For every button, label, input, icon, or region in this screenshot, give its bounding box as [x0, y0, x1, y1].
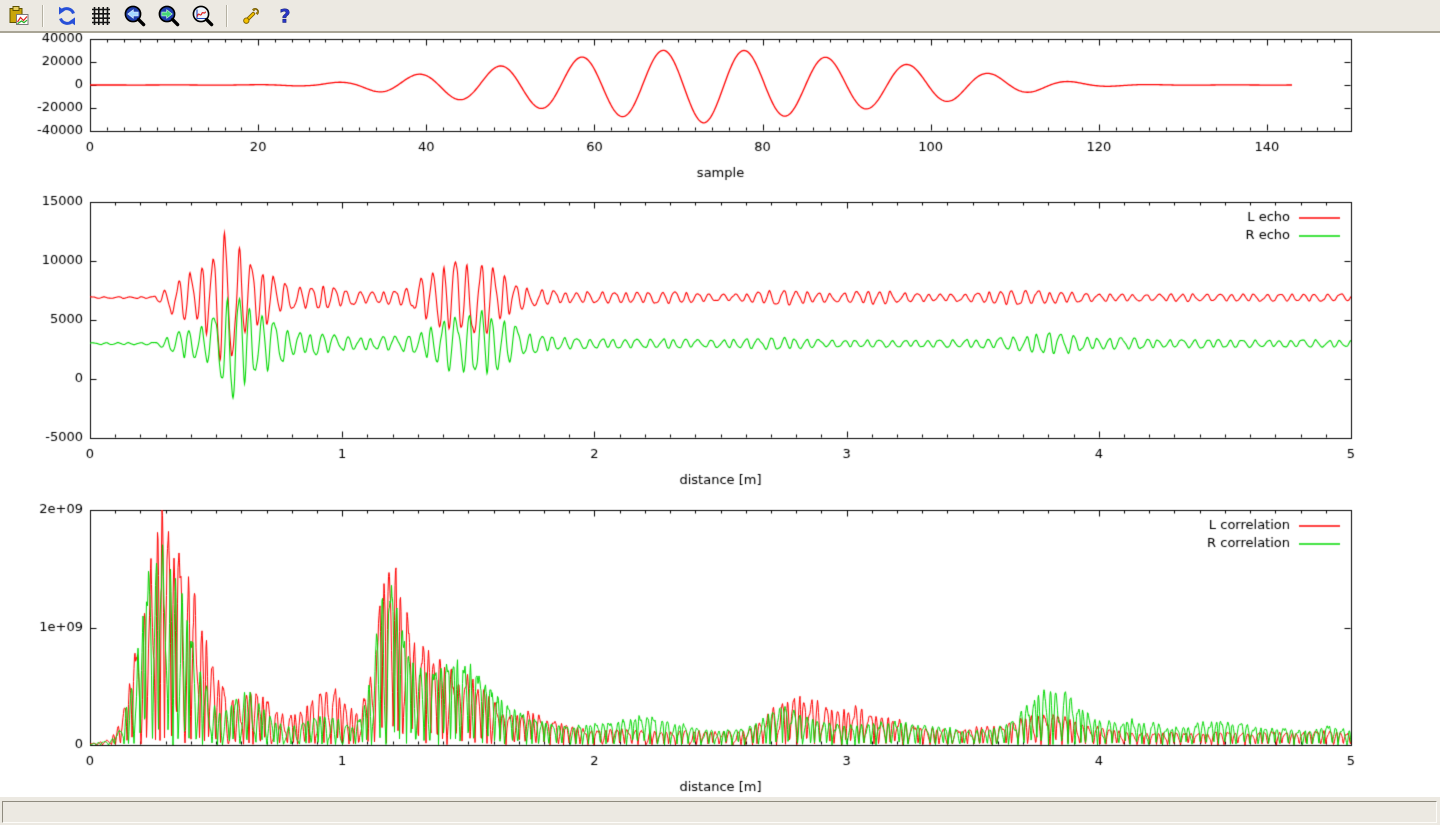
copy-chart-icon: [7, 4, 31, 28]
status-bar: [0, 797, 1440, 825]
toolbar-separator: [226, 5, 228, 27]
svg-text:?: ?: [279, 5, 290, 27]
plot-canvas[interactable]: [0, 33, 1440, 797]
autoscale-button[interactable]: [189, 2, 217, 30]
zoom-previous-icon: [123, 4, 147, 28]
zoom-previous-button[interactable]: [121, 2, 149, 30]
grid-icon: [89, 4, 113, 28]
status-bar-field: [2, 801, 1437, 823]
toolbar: ?: [0, 0, 1440, 33]
configure-button[interactable]: [237, 2, 265, 30]
replot-button[interactable]: [53, 2, 81, 30]
copy-to-clipboard-button[interactable]: [5, 2, 33, 30]
zoom-autoscale-icon: [191, 4, 215, 28]
toggle-grid-button[interactable]: [87, 2, 115, 30]
help-button[interactable]: ?: [271, 2, 299, 30]
toolbar-separator: [42, 5, 44, 27]
refresh-icon: [55, 4, 79, 28]
wrench-icon: [239, 4, 263, 28]
zoom-next-icon: [157, 4, 181, 28]
help-icon: ?: [273, 4, 297, 28]
zoom-next-button[interactable]: [155, 2, 183, 30]
